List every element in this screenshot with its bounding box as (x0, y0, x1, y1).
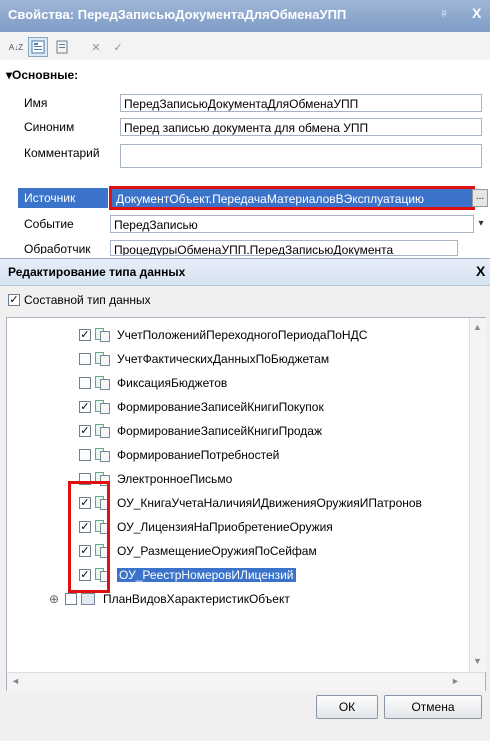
check-icon: ✓ (9, 294, 19, 306)
composite-type-checkbox[interactable]: ✓ (8, 294, 20, 306)
tree-item[interactable]: ✓ УчетПоложенийПереходногоПериодаПоНДС (7, 324, 467, 346)
check-icon: ✓ (80, 329, 90, 341)
handler-field[interactable]: ПроцедурыОбменаУПП.ПередЗаписьюДокумента (110, 240, 458, 256)
expand-icon[interactable]: ⊕ (49, 592, 59, 606)
tree-item[interactable]: ✓ ФормированиеЗаписейКнигиПродаж (7, 420, 467, 442)
event-field[interactable]: ПередЗаписью (110, 215, 474, 233)
dialog-titlebar: Редактирование типа данных X (0, 259, 490, 286)
document-icon (95, 376, 111, 390)
tree-item-label: ОУ_КнигаУчетаНаличияИДвиженияОружияИПатр… (117, 496, 422, 510)
source-select-button[interactable]: ... (472, 189, 488, 207)
event-dropdown-icon[interactable]: ▾ (474, 215, 488, 233)
comment-field[interactable] (120, 144, 482, 168)
properties-grid: ▾Основные: Имя ПередЗаписьюДокументаДляО… (0, 60, 490, 260)
tree-item-checkbox[interactable] (79, 377, 91, 389)
scroll-down-icon[interactable]: ▼ (473, 656, 482, 666)
tree-item-checkbox[interactable] (79, 449, 91, 461)
categorized-view-icon[interactable] (28, 37, 48, 57)
properties-toolbar: A↓Z ✕ ✓ (0, 32, 490, 61)
tree-item-label: ФиксацияБюджетов (117, 376, 228, 390)
tree-item-checkbox[interactable]: ✓ (79, 425, 91, 437)
check-icon: ✓ (80, 425, 90, 437)
tree-item[interactable]: ФормированиеПотребностей (7, 444, 467, 466)
document-icon (95, 424, 111, 438)
dialog-close-icon[interactable]: X (476, 263, 485, 279)
sort-alphabetical-icon[interactable]: A↓Z (6, 37, 26, 57)
document-icon (95, 448, 111, 462)
tree-item-label: УчетФактическихДанныхПоБюджетам (117, 352, 330, 366)
tree-item-label: ЭлектронноеПисьмо (117, 472, 233, 486)
synonym-field[interactable]: Перед записью документа для обмена УПП (120, 118, 482, 136)
name-label: Имя (24, 96, 48, 110)
tree-item-label: ФормированиеЗаписейКнигиПокупок (117, 400, 324, 414)
tree-item-label: ФормированиеЗаписейКнигиПродаж (117, 424, 323, 438)
document-icon (95, 400, 111, 414)
document-icon (95, 352, 111, 366)
synonym-label: Синоним (24, 120, 75, 134)
document-icon (95, 328, 111, 342)
tree-item-label: ОУ_РазмещениеОружияПоСейфам (117, 544, 317, 558)
tree-vertical-scrollbar[interactable]: ▲ ▼ (469, 318, 486, 672)
tree-item-label: ПланВидовХарактеристикОбъект (103, 592, 290, 606)
tree-item-label: ФормированиеПотребностей (117, 448, 280, 462)
close-icon[interactable]: X (472, 5, 481, 21)
tree-item-label: ОУ_ЛицензияНаПриобретениеОружия (117, 520, 333, 534)
source-label: Источник (24, 191, 76, 205)
dialog-title: Редактирование типа данных (8, 265, 186, 279)
cancel-button[interactable]: Отмена (384, 695, 482, 719)
tree-item[interactable]: ✓ ФормированиеЗаписейКнигиПокупок (7, 396, 467, 418)
composite-type-label: Составной тип данных (24, 293, 151, 307)
properties-titlebar: Свойства: ПередЗаписьюДокументаДляОбмена… (0, 0, 490, 32)
source-field[interactable]: ДокументОбъект.ПередачаМатериаловВЭксплу… (109, 186, 475, 210)
clear-icon[interactable]: ✕ (86, 37, 106, 57)
check-icon: ✓ (80, 401, 90, 413)
pin-icon[interactable]: ᵖ (442, 7, 447, 21)
tree-item-checkbox[interactable] (79, 353, 91, 365)
ok-button[interactable]: ОК (316, 695, 378, 719)
properties-page-icon[interactable] (52, 37, 72, 57)
tree-item-label: ОУ_РеестрНомеровИЛицензий (117, 568, 296, 582)
tree-item[interactable]: УчетФактическихДанныхПоБюджетам (7, 348, 467, 370)
event-label: Событие (24, 217, 74, 231)
tree-item-checkbox[interactable] (65, 593, 77, 605)
scroll-left-icon[interactable]: ◄ (11, 676, 20, 686)
scroll-right-icon[interactable]: ► (451, 676, 460, 686)
handler-label: Обработчик (24, 242, 91, 254)
tree-horizontal-scrollbar[interactable]: ◄ ► (7, 672, 485, 691)
name-field[interactable]: ПередЗаписьюДокументаДляОбменаУПП (120, 94, 482, 112)
tree-item-label: УчетПоложенийПереходногоПериодаПоНДС (117, 328, 368, 342)
scroll-up-icon[interactable]: ▲ (473, 322, 482, 332)
highlight-frame (68, 481, 110, 593)
tree-item[interactable]: ФиксацияБюджетов (7, 372, 467, 394)
section-main-header[interactable]: ▾Основные: (6, 68, 78, 82)
properties-title: Свойства: ПередЗаписьюДокументаДляОбмена… (8, 7, 347, 22)
tree-item-checkbox[interactable]: ✓ (79, 401, 91, 413)
comment-label: Комментарий (24, 146, 100, 160)
catalog-icon (81, 592, 97, 606)
apply-icon[interactable]: ✓ (108, 37, 128, 57)
tree-item-checkbox[interactable]: ✓ (79, 329, 91, 341)
